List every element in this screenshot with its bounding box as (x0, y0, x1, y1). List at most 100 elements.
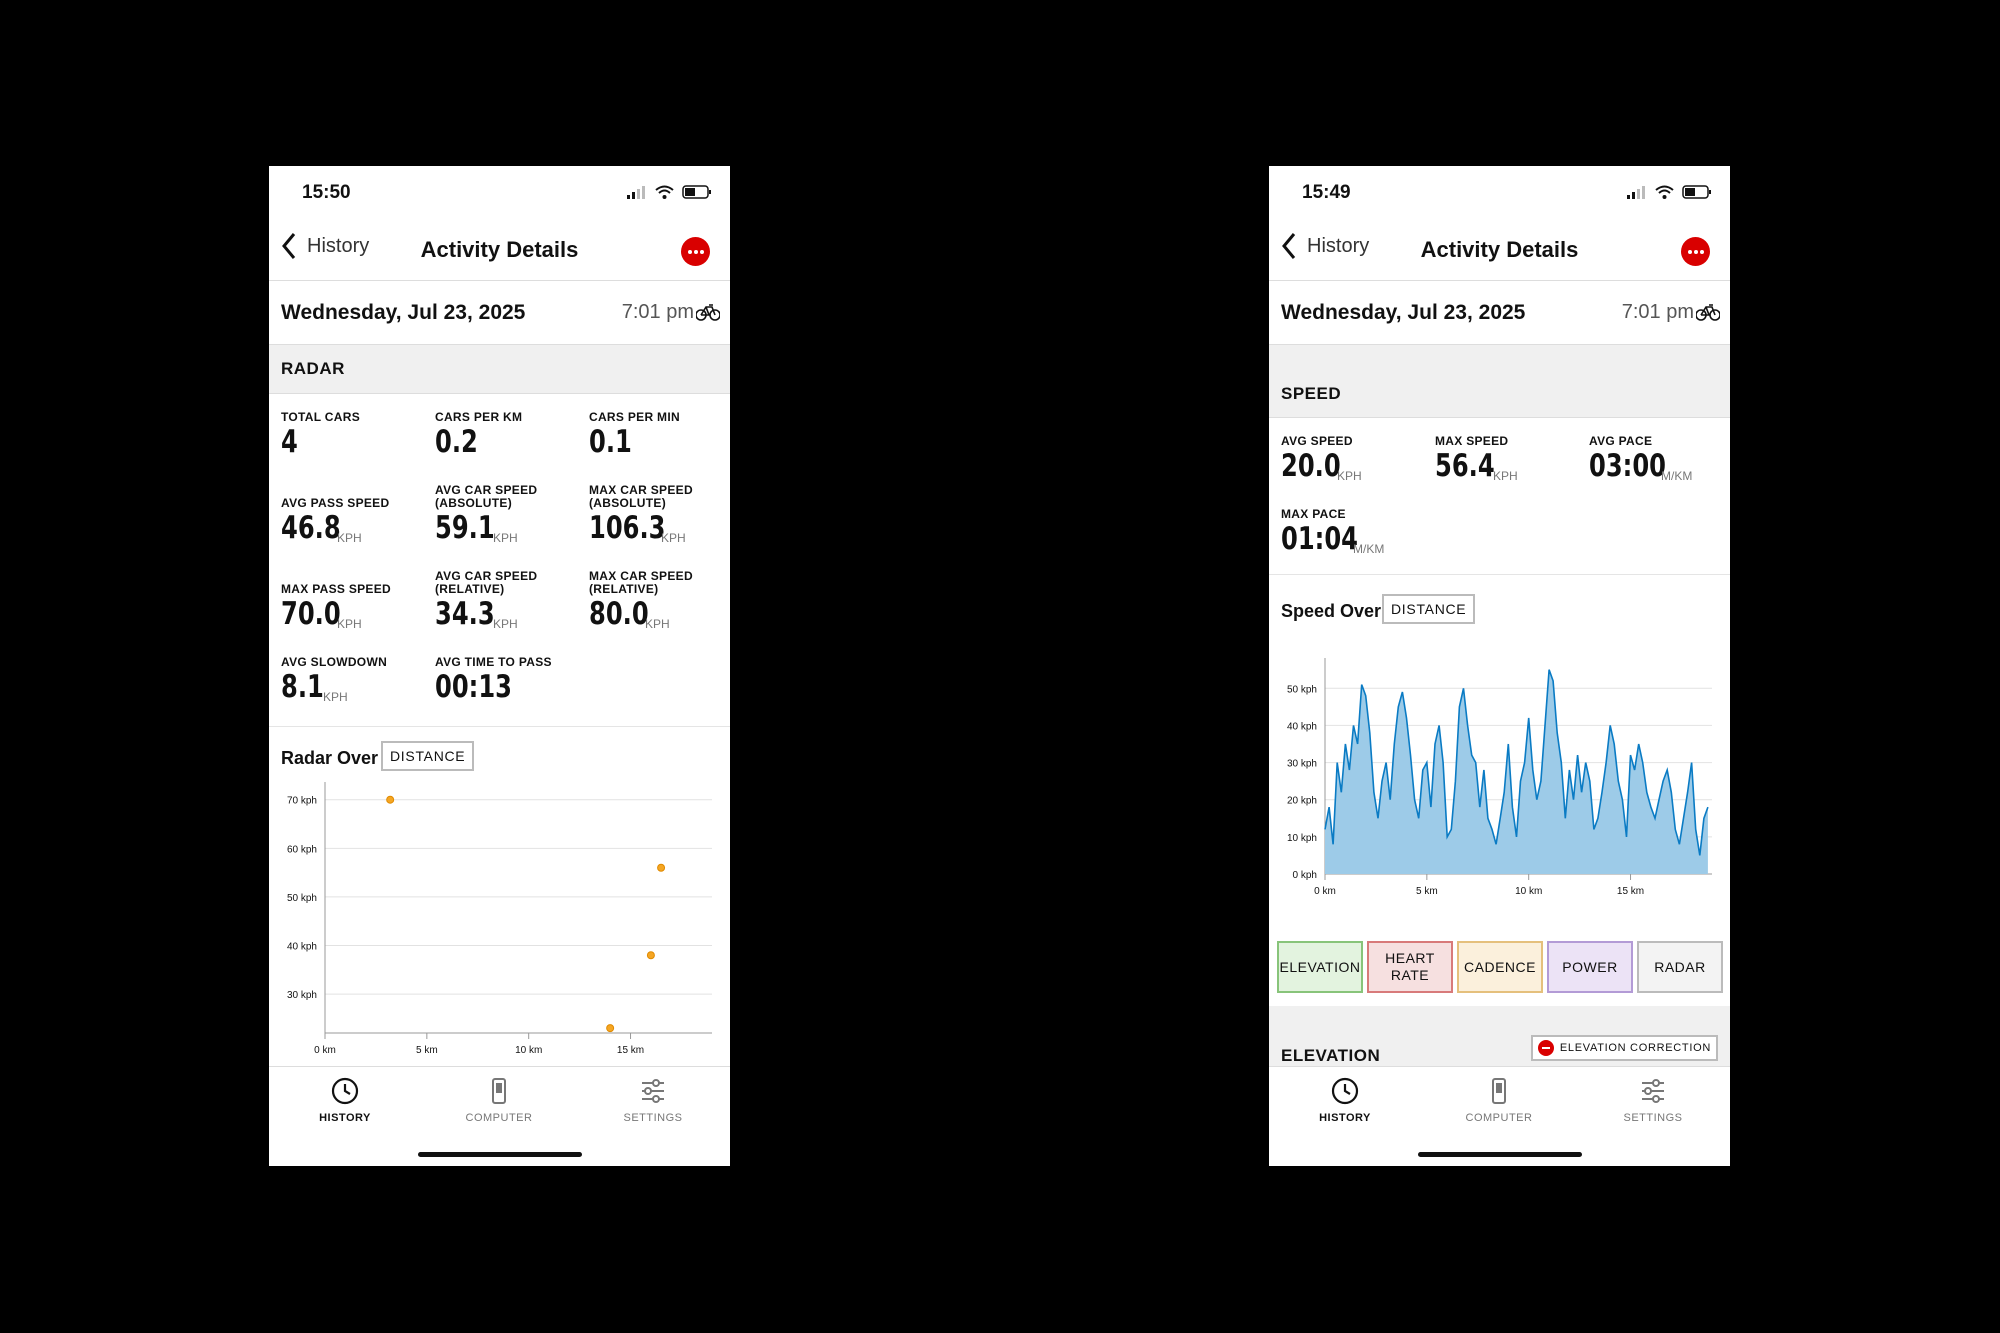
tab-computer[interactable]: COMPUTER (1439, 1077, 1559, 1124)
status-time: 15:50 (302, 182, 351, 203)
power-button[interactable]: POWER (1547, 941, 1633, 993)
stat-label: AVG TIME TO PASS (435, 655, 552, 669)
stat-total-cars: TOTAL CARS 4 (281, 411, 360, 461)
device-icon (492, 1078, 506, 1104)
tab-label: COMPUTER (1465, 1112, 1533, 1124)
tab-computer[interactable]: COMPUTER (439, 1077, 559, 1124)
device-icon (1492, 1078, 1506, 1104)
stat-value: 80.0 (589, 596, 649, 632)
sliders-icon (1642, 1079, 1664, 1103)
stat-avg-time-to-pass: AVG TIME TO PASS 00:13 (435, 655, 552, 706)
stat-label: AVG CAR SPEED (RELATIVE) (435, 569, 538, 596)
tab-label: SETTINGS (623, 1112, 683, 1124)
activity-date-row: Wednesday, Jul 23, 2025 7:01 pm (269, 281, 730, 345)
radar-y-tick-label: 50 kph (287, 893, 317, 904)
speed-y-tick-label: 50 kph (1287, 684, 1317, 695)
chart-heading: Speed Over (1281, 601, 1382, 621)
activity-date: Wednesday, Jul 23, 2025 (1281, 301, 1526, 324)
stat-value: 106.3 (589, 510, 666, 546)
stat-max-speed: MAX SPEED 56.4 KPH (1435, 435, 1575, 487)
stat-value: 8.1 (281, 669, 324, 705)
stat-label: MAX CAR SPEED (RELATIVE) (589, 569, 693, 596)
section-title: ELEVATION (1281, 1046, 1381, 1065)
stat-max-pass-speed: MAX PASS SPEED 70.0 KPH (281, 583, 421, 635)
more-options-button[interactable] (681, 237, 710, 266)
speed-y-tick-label: 20 kph (1287, 796, 1317, 807)
elevation-correction-button[interactable]: ELEVATION CORRECTION (1530, 1035, 1718, 1061)
radar-x-tick-label: 5 km (416, 1045, 438, 1056)
stat-avg-pace: AVG PACE 03:00 M/KM (1589, 435, 1729, 487)
nav-bar: History Activity Details (269, 222, 730, 281)
speed-y-tick-label: 10 kph (1287, 833, 1317, 844)
clock-icon (331, 1077, 359, 1105)
chart-mode-button[interactable]: DISTANCE (381, 741, 475, 771)
activity-date-row: Wednesday, Jul 23, 2025 7:01 pm (1269, 281, 1730, 345)
elevation-button[interactable]: ELEVATION (1277, 941, 1363, 993)
radar-x-tick-label: 0 km (314, 1045, 336, 1056)
elevation-section-header: ELEVATION ELEVATION CORRECTION (1269, 1006, 1730, 1067)
stat-unit: KPH (661, 531, 686, 545)
minus-circle-icon (1537, 1040, 1554, 1056)
stat-unit: M/KM (1661, 469, 1693, 483)
stat-avg-slowdown: AVG SLOWDOWN 8.1 KPH (281, 656, 421, 708)
speed-area (1325, 669, 1708, 874)
stat-value: 4 (281, 424, 298, 460)
stat-max-car-speed-relative: MAX CAR SPEED (RELATIVE) 80.0 KPH (589, 570, 729, 635)
radar-point (646, 951, 655, 960)
radar-section-header: RADAR (269, 345, 730, 394)
home-indicator (418, 1152, 582, 1157)
stat-unit: KPH (1337, 469, 1362, 483)
tab-history[interactable]: HISTORY (285, 1077, 405, 1124)
speed-stats-grid: AVG SPEED 20.0 KPH MAX SPEED 56.4 KPH AV… (1269, 420, 1730, 575)
activity-time: 7:01 pm (621, 301, 694, 323)
stat-avg-car-speed-absolute: AVG CAR SPEED (ABSOLUTE) 59.1 KPH (435, 484, 575, 549)
cadence-button[interactable]: CADENCE (1457, 941, 1543, 993)
radar-point (386, 795, 395, 804)
stat-label: MAX PASS SPEED (281, 582, 392, 596)
stat-unit: KPH (323, 690, 348, 704)
radar-button[interactable]: RADAR (1637, 941, 1723, 993)
elevation-correction-label: ELEVATION CORRECTION (1559, 1042, 1711, 1054)
stat-label: CARS PER MIN (589, 410, 680, 424)
speed-section-header: SPEED (1269, 345, 1730, 418)
stat-label: AVG PASS SPEED (281, 496, 390, 510)
cellular-signal-icon (627, 185, 645, 199)
status-icons (627, 185, 712, 199)
tab-history[interactable]: HISTORY (1285, 1077, 1405, 1124)
tab-bar: HISTORY COMPUTER SETTINGS (1269, 1066, 1730, 1166)
tab-settings[interactable]: SETTINGS (1593, 1077, 1713, 1124)
speed-x-tick-label: 5 km (1416, 886, 1438, 897)
status-icons (1627, 185, 1712, 199)
battery-icon (682, 185, 711, 199)
stat-label: MAX PACE (1281, 507, 1346, 521)
stat-value: 0.1 (589, 424, 632, 460)
tab-label: HISTORY (1319, 1112, 1371, 1124)
stat-value: 56.4 (1435, 448, 1495, 484)
stat-max-car-speed-absolute: MAX CAR SPEED (ABSOLUTE) 106.3 KPH (589, 484, 729, 549)
stat-unit: KPH (337, 531, 362, 545)
heart-rate-button[interactable]: HEART RATE (1367, 941, 1453, 993)
stat-label: AVG SLOWDOWN (281, 655, 388, 669)
radar-point (657, 863, 666, 872)
stat-unit: KPH (493, 617, 518, 631)
tab-settings[interactable]: SETTINGS (593, 1077, 713, 1124)
stat-unit: M/KM (1353, 542, 1385, 556)
status-time: 15:49 (1302, 182, 1351, 203)
sliders-icon (642, 1079, 664, 1103)
speed-y-tick-label: 30 kph (1287, 759, 1317, 770)
stat-max-pace: MAX PACE 01:04 M/KM (1281, 508, 1421, 560)
chart-mode-button[interactable]: DISTANCE (1382, 594, 1476, 624)
speed-x-tick-label: 0 km (1314, 886, 1336, 897)
tab-bar: HISTORY COMPUTER SETTINGS (269, 1066, 730, 1166)
stat-unit: KPH (1493, 469, 1518, 483)
activity-date: Wednesday, Jul 23, 2025 (281, 301, 526, 324)
cellular-signal-icon (1627, 185, 1645, 199)
more-options-button[interactable] (1681, 237, 1710, 266)
tab-label: COMPUTER (465, 1112, 533, 1124)
page-title: Activity Details (1420, 237, 1579, 262)
stat-label: MAX CAR SPEED (ABSOLUTE) (589, 483, 693, 510)
stat-unit: KPH (493, 531, 518, 545)
stat-label: AVG PACE (1589, 434, 1653, 448)
stat-avg-car-speed-relative: AVG CAR SPEED (RELATIVE) 34.3 KPH (435, 570, 575, 635)
right-phone-screen: 15:49 History Activity Details Wednesday… (1269, 166, 1730, 1166)
